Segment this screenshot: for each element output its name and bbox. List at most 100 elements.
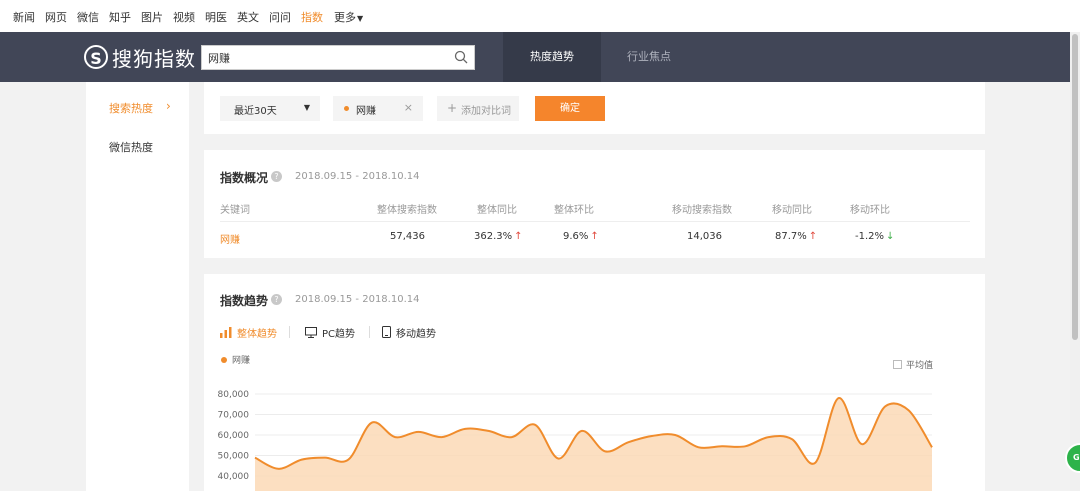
trend-date-range: 2018.09.15 - 2018.10.14 <box>295 294 420 305</box>
overview-keyword-link[interactable]: 网赚 <box>220 231 240 246</box>
help-icon[interactable]: ? <box>271 294 282 305</box>
topnav-more-label: 更多 <box>334 11 356 24</box>
topnav-images[interactable]: 图片 <box>141 9 163 25</box>
y-tick-label: 80,000 <box>218 390 250 400</box>
data-point[interactable] <box>646 430 658 442</box>
topnav-more[interactable]: 更多▼ <box>334 9 363 25</box>
data-point[interactable] <box>763 431 775 443</box>
data-point[interactable] <box>506 431 518 443</box>
add-compare-button[interactable]: + 添加对比词 <box>437 96 519 121</box>
tab-heat-trend[interactable]: 热度趋势 <box>503 32 601 82</box>
data-point[interactable] <box>926 441 938 453</box>
table-divider <box>220 221 970 222</box>
data-point[interactable] <box>459 423 471 435</box>
data-point[interactable] <box>856 438 868 450</box>
average-label: 平均值 <box>906 361 934 371</box>
data-point[interactable] <box>833 392 845 404</box>
tab-pc-trend[interactable]: PC趋势 <box>305 325 355 340</box>
date-range-value: 最近30天 <box>234 106 277 117</box>
tab-overall-trend[interactable]: 整体趋势 <box>220 325 277 340</box>
data-point[interactable] <box>669 429 681 441</box>
y-tick-label: 70,000 <box>218 411 250 421</box>
topnav-index[interactable]: 指数 <box>301 9 323 25</box>
data-point[interactable] <box>436 431 448 443</box>
sidebar-item-label: 微信热度 <box>109 141 153 154</box>
mobile-mom-cell: -1.2% ↓ <box>855 231 894 242</box>
trend-title: 指数趋势 <box>220 294 269 308</box>
topnav-english[interactable]: 英文 <box>237 9 259 25</box>
scrollbar-thumb[interactable] <box>1072 34 1078 340</box>
sidebar-item-weixin-heat[interactable]: 微信热度 <box>86 127 189 165</box>
total-index-value: 57,436 <box>390 231 425 242</box>
topnav-mingyi[interactable]: 明医 <box>205 9 227 25</box>
data-point[interactable] <box>879 400 891 412</box>
arrow-up-icon: ↑ <box>514 231 523 242</box>
floating-badge[interactable]: GO <box>1065 443 1080 473</box>
confirm-button[interactable]: 确定 <box>535 96 605 121</box>
tab-mobile-trend-label: 移动趋势 <box>396 328 436 340</box>
monitor-icon <box>305 326 317 338</box>
keyword-color-dot <box>344 106 349 111</box>
overview-title: 指数概况 <box>220 171 269 185</box>
legend-label: 网赚 <box>232 356 251 366</box>
trend-chart: 80,000 70,000 60,000 50,000 40,000 <box>218 390 938 491</box>
average-toggle[interactable]: 平均值 <box>893 358 933 371</box>
total-mom-cell: 9.6% ↑ <box>563 231 599 242</box>
tab-mobile-trend[interactable]: 移动趋势 <box>382 325 436 340</box>
plus-icon: + <box>447 101 458 115</box>
mobile-yoy-cell: 87.7% ↑ <box>775 231 817 242</box>
data-point[interactable] <box>599 445 611 457</box>
add-compare-label: 添加对比词 <box>461 106 511 117</box>
topnav-wenwen[interactable]: 问问 <box>269 9 291 25</box>
y-tick-label: 40,000 <box>218 472 250 482</box>
page-scrollbar[interactable] <box>1070 32 1080 491</box>
help-icon[interactable]: ? <box>271 171 282 182</box>
topnav-weixin[interactable]: 微信 <box>77 9 99 25</box>
data-point[interactable] <box>296 454 308 466</box>
data-point[interactable] <box>249 452 261 464</box>
data-point[interactable] <box>272 463 284 475</box>
data-point[interactable] <box>482 425 494 437</box>
data-point[interactable] <box>809 457 821 469</box>
topnav-web[interactable]: 网页 <box>45 9 67 25</box>
overview-date-range: 2018.09.15 - 2018.10.14 <box>295 171 420 182</box>
search-icon[interactable] <box>454 50 468 64</box>
chart-legend[interactable]: 网赚 <box>221 353 250 366</box>
logo-text: 搜狗指数 <box>112 46 196 71</box>
data-point[interactable] <box>412 426 424 438</box>
sidebar-item-search-heat[interactable]: 搜索热度 › <box>86 88 189 126</box>
tab-industry-focus[interactable]: 行业焦点 <box>601 32 697 82</box>
bar-chart-icon <box>220 326 232 338</box>
data-point[interactable] <box>366 417 378 429</box>
data-point[interactable] <box>576 425 588 437</box>
chart-series <box>249 392 938 491</box>
caret-down-icon: ▼ <box>303 103 310 112</box>
data-point[interactable] <box>739 440 751 452</box>
sogou-index-logo[interactable]: S 搜狗指数 <box>84 42 196 72</box>
topnav-zhihu[interactable]: 知乎 <box>109 9 131 25</box>
data-point[interactable] <box>553 453 565 465</box>
col-header-mobile-index: 移动搜索指数 <box>672 205 732 216</box>
search-input[interactable] <box>208 50 448 66</box>
topnav-news[interactable]: 新闻 <box>13 9 35 25</box>
total-mom-value: 9.6% <box>563 231 589 242</box>
legend-color-dot <box>221 356 227 363</box>
data-point[interactable] <box>389 431 401 443</box>
search-box <box>201 45 475 70</box>
topnav-video[interactable]: 视频 <box>173 9 195 25</box>
data-point[interactable] <box>716 440 728 452</box>
data-point[interactable] <box>623 436 635 448</box>
date-range-select[interactable]: 最近30天 ▼ <box>220 96 320 121</box>
data-point[interactable] <box>319 452 331 464</box>
close-icon[interactable]: × <box>404 101 413 114</box>
tab-divider <box>289 326 290 338</box>
data-point[interactable] <box>903 404 915 416</box>
checkbox-icon[interactable] <box>893 360 902 369</box>
data-point[interactable] <box>693 441 705 453</box>
col-header-total-mom: 整体环比 <box>554 205 594 216</box>
data-point[interactable] <box>342 454 354 466</box>
series-area-fill <box>255 397 932 491</box>
data-point[interactable] <box>786 433 798 445</box>
col-header-mobile-yoy: 移动同比 <box>772 205 812 216</box>
data-point[interactable] <box>529 419 541 431</box>
